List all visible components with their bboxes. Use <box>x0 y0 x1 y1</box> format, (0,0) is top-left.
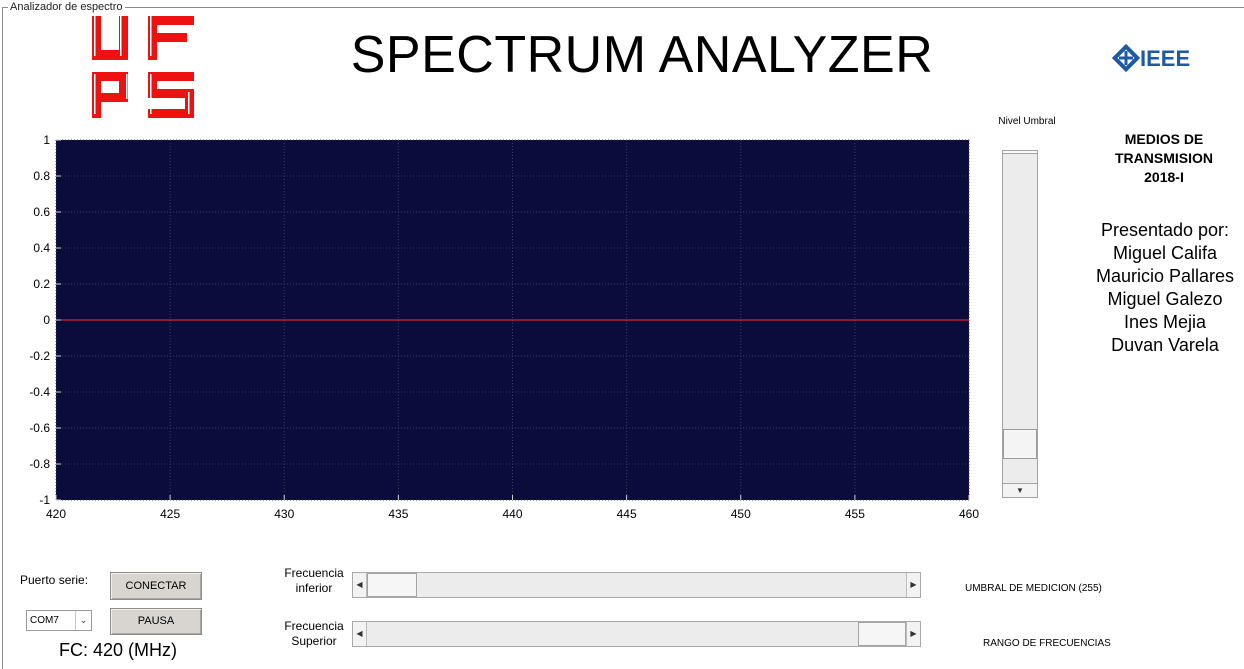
frequency-range-label: RANGO DE FRECUENCIAS <box>983 638 1111 649</box>
lower-frequency-slider-thumb[interactable] <box>367 573 417 597</box>
author-name: Duvan Varela <box>1111 335 1219 355</box>
x-tick-label: 455 <box>845 507 865 521</box>
pause-button[interactable]: PAUSA <box>110 608 202 635</box>
chevron-right-icon[interactable]: ▶ <box>906 573 920 597</box>
ieee-logo-text: IEEE <box>1140 46 1190 71</box>
author-name: Miguel Califa <box>1112 243 1218 263</box>
ieee-logo: IEEE <box>1112 44 1190 72</box>
center-frequency-readout: FC: 420 (MHz) <box>59 640 178 660</box>
y-tick-label: -1 <box>39 493 50 507</box>
author-name: Miguel Galezo <box>1107 289 1223 309</box>
x-tick-label: 460 <box>959 507 979 521</box>
upper-frequency-slider-thumb[interactable] <box>858 622 906 646</box>
author-name: Ines Mejia <box>1123 312 1207 332</box>
x-tick-label: 445 <box>617 507 637 521</box>
course-info: MEDIOS DE TRANSMISION 2018-I <box>1084 130 1244 187</box>
chevron-down-icon[interactable]: ▼ <box>1003 483 1037 497</box>
y-tick-label: 0.6 <box>33 205 50 219</box>
x-tick-label: 420 <box>46 507 66 521</box>
y-tick-label: -0.2 <box>29 349 50 363</box>
course-line: MEDIOS DE <box>1124 131 1204 147</box>
slider-up-arrow[interactable] <box>1003 151 1037 154</box>
y-tick-label: -0.6 <box>29 421 50 435</box>
y-tick-label: 0 <box>43 313 50 327</box>
com-port-select[interactable]: COM7 ⌄ <box>26 610 92 631</box>
connect-button[interactable]: CONECTAR <box>110 572 202 600</box>
threshold-slider-label: Nivel Umbral <box>998 116 1056 127</box>
authors-list: Presentado por: Miguel Califa Mauricio P… <box>1080 219 1244 357</box>
chevron-down-icon[interactable]: ⌄ <box>75 611 91 630</box>
x-tick-label: 440 <box>502 507 522 521</box>
panel-title: Analizador de espectro <box>8 1 125 13</box>
chevron-left-icon[interactable]: ◀ <box>353 622 367 646</box>
y-tick-label: 0.4 <box>33 241 50 255</box>
com-port-value: COM7 <box>30 615 59 626</box>
lower-frequency-label-line: Frecuencia <box>284 566 344 580</box>
x-tick-label: 430 <box>274 507 294 521</box>
chevron-left-icon[interactable]: ◀ <box>353 573 367 597</box>
x-tick-label: 425 <box>160 507 180 521</box>
page-title: SPECTRUM ANALYZER <box>350 26 934 84</box>
lower-frequency-slider[interactable]: ◀ ▶ <box>352 572 921 598</box>
threshold-measurement-label: UMBRAL DE MEDICION (255) <box>965 583 1102 594</box>
lower-frequency-label-line: inferior <box>295 581 333 595</box>
course-line: TRANSMISION <box>1115 150 1213 166</box>
upper-frequency-slider[interactable]: ◀ ▶ <box>352 621 921 647</box>
spectrum-plot: 420 425 430 435 440 445 450 455 460 1 0.8 0.6 0.4 0.… <box>29 133 979 521</box>
threshold-slider[interactable]: ▼ <box>1002 150 1038 498</box>
author-name: Mauricio Pallares <box>1095 266 1235 286</box>
y-tick-label: -0.8 <box>29 457 50 471</box>
threshold-slider-thumb[interactable] <box>1003 429 1037 460</box>
y-tick-label: 0.2 <box>33 277 50 291</box>
x-tick-label: 450 <box>731 507 751 521</box>
serial-port-label: Puerto serie: <box>20 573 89 587</box>
upper-frequency-label: Frecuencia Superior <box>274 619 354 649</box>
lower-frequency-label: Frecuencia inferior <box>274 566 354 596</box>
chevron-right-icon[interactable]: ▶ <box>906 622 920 646</box>
x-tick-label: 435 <box>388 507 408 521</box>
upper-frequency-label-line: Frecuencia <box>284 619 344 633</box>
y-tick-label: 1 <box>43 133 50 147</box>
y-tick-label: 0.8 <box>33 169 50 183</box>
upper-frequency-label-line: Superior <box>291 634 337 648</box>
authors-heading: Presentado por: <box>1100 220 1230 240</box>
y-tick-label: -0.4 <box>29 385 50 399</box>
course-year: 2018-I <box>1144 169 1184 185</box>
